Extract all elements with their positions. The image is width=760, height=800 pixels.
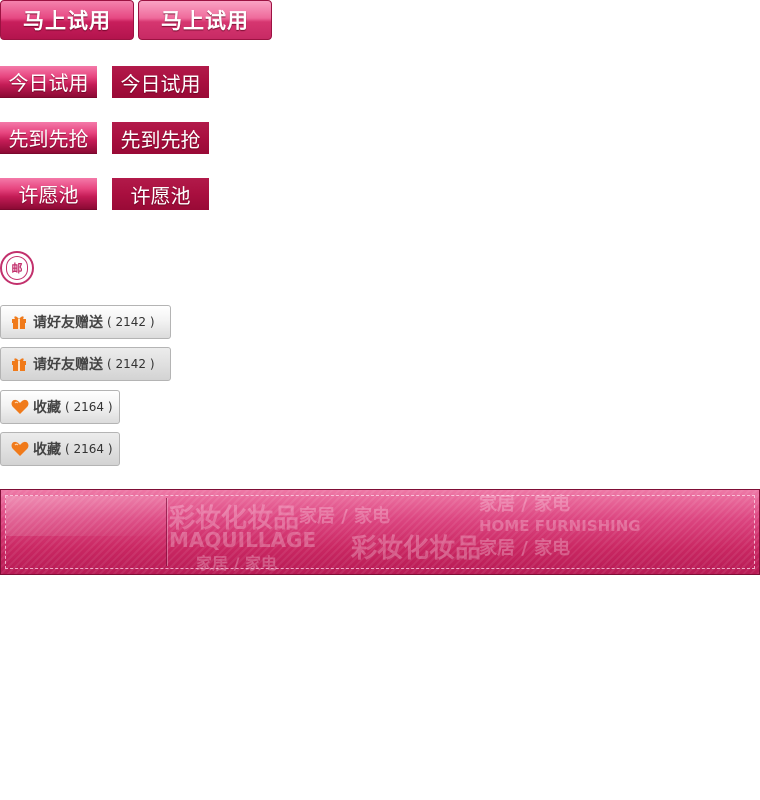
try-now-button[interactable]: 马上试用 bbox=[0, 0, 134, 40]
gift-icon bbox=[11, 356, 27, 372]
first-come-label: 先到先抢 bbox=[120, 127, 201, 152]
gift-button-label: 请好友赠送 bbox=[33, 357, 103, 373]
banner-watermark: 家居 / 家电 bbox=[196, 554, 277, 573]
today-trial-label: 今日试用 bbox=[120, 71, 201, 96]
banner-divider bbox=[166, 498, 167, 566]
first-come-button-hover[interactable]: 先到先抢 bbox=[112, 122, 209, 154]
banner-watermark: 家居 / 家电 bbox=[479, 494, 571, 515]
wish-pool-button-hover[interactable]: 许愿池 bbox=[112, 178, 209, 210]
ask-friend-gift-button-pressed[interactable]: 请好友赠送 ( 2142 ) bbox=[0, 347, 171, 381]
gift-count: ( 2142 ) bbox=[107, 315, 155, 329]
favorite-button-label: 收藏 bbox=[33, 400, 61, 416]
postage-badge-label: 邮 bbox=[11, 262, 23, 275]
banner-watermark: HOME FURNISHING bbox=[479, 517, 641, 535]
banner-watermark: MAQUILLAGE bbox=[169, 528, 317, 552]
favorite-count: ( 2164 ) bbox=[65, 442, 113, 456]
postage-stamp-icon: 邮 bbox=[6, 256, 28, 280]
banner-watermark: 彩妆化妆品 bbox=[351, 534, 482, 564]
today-trial-label: 今日试用 bbox=[8, 71, 89, 95]
gift-count: ( 2142 ) bbox=[107, 357, 155, 371]
today-trial-button[interactable]: 今日试用 bbox=[0, 66, 97, 98]
gift-button-label: 请好友赠送 bbox=[33, 315, 103, 331]
category-banner: 彩妆化妆品 家居 / 家电 家居 / 家电 HOME FURNISHING MA… bbox=[0, 489, 760, 575]
heart-icon bbox=[11, 399, 29, 415]
try-now-label: 马上试用 bbox=[23, 9, 111, 33]
favorite-button-label: 收藏 bbox=[33, 442, 61, 458]
ask-friend-gift-button[interactable]: 请好友赠送 ( 2142 ) bbox=[0, 305, 171, 339]
heart-icon bbox=[11, 441, 29, 457]
favorite-count: ( 2164 ) bbox=[65, 400, 113, 414]
today-trial-button-hover[interactable]: 今日试用 bbox=[112, 66, 209, 98]
wish-pool-label: 许愿池 bbox=[18, 183, 79, 207]
banner-watermark: 家居 / 家电 bbox=[299, 506, 391, 527]
favorite-button[interactable]: 收藏 ( 2164 ) bbox=[0, 390, 120, 424]
free-postage-badge: 邮 bbox=[0, 251, 34, 285]
first-come-button[interactable]: 先到先抢 bbox=[0, 122, 97, 154]
first-come-label: 先到先抢 bbox=[8, 127, 89, 151]
try-now-label: 马上试用 bbox=[161, 9, 249, 33]
banner-watermark: 家居 / 家电 bbox=[479, 538, 571, 559]
gift-icon bbox=[11, 314, 27, 330]
wish-pool-label: 许愿池 bbox=[130, 183, 191, 208]
wish-pool-button[interactable]: 许愿池 bbox=[0, 178, 97, 210]
try-now-button-hover[interactable]: 马上试用 bbox=[138, 0, 272, 40]
favorite-button-pressed[interactable]: 收藏 ( 2164 ) bbox=[0, 432, 120, 466]
